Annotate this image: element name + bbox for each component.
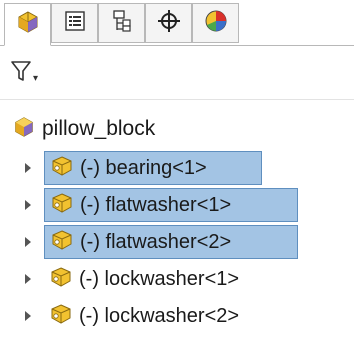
tab-dimxpert-manager[interactable] xyxy=(145,3,192,43)
tab-feature-manager[interactable] xyxy=(4,3,51,46)
part-icon xyxy=(51,229,73,256)
expand-arrow-icon[interactable] xyxy=(22,160,34,176)
tree-root-label: pillow_block xyxy=(42,117,156,140)
filter-bar: ▾ xyxy=(0,47,354,102)
expand-arrow-icon[interactable] xyxy=(22,197,34,213)
tab-bar-divider xyxy=(0,45,354,46)
tree-node: (-) lockwasher<2> xyxy=(0,298,354,334)
tab-display-manager[interactable] xyxy=(192,3,239,43)
tree-node: (-) bearing<1> xyxy=(0,150,354,186)
assembly-icon xyxy=(15,9,41,40)
crosshair-icon xyxy=(157,9,181,38)
tree-item-flatwasher-1[interactable]: (-) flatwasher<1> xyxy=(44,188,298,222)
tree-item-flatwasher-2[interactable]: (-) flatwasher<2> xyxy=(44,225,298,259)
filter-icon xyxy=(10,59,32,88)
tab-property-manager[interactable] xyxy=(51,3,98,43)
part-icon xyxy=(50,303,72,330)
tree-item-label: (-) bearing<1> xyxy=(80,156,207,179)
manager-tab-bar xyxy=(0,0,354,46)
expand-arrow-icon[interactable] xyxy=(22,234,34,250)
chevron-down-icon: ▾ xyxy=(33,72,39,84)
part-icon xyxy=(50,266,72,293)
tree-node: (-) flatwasher<2> xyxy=(0,224,354,260)
tree-item-label: (-) lockwasher<1> xyxy=(79,267,240,290)
filter-button[interactable]: ▾ xyxy=(10,55,50,91)
configuration-icon xyxy=(111,9,133,38)
tree-item-label: (-) flatwasher<1> xyxy=(80,193,232,216)
tree-node: (-) flatwasher<1> xyxy=(0,187,354,223)
assembly-icon xyxy=(12,115,36,144)
part-icon xyxy=(51,155,73,182)
tree-item-bearing-1[interactable]: (-) bearing<1> xyxy=(44,151,262,185)
tree-root[interactable]: pillow_block xyxy=(12,114,155,144)
tree-item-label: (-) lockwasher<2> xyxy=(79,304,240,327)
expand-arrow-icon[interactable] xyxy=(22,271,34,287)
tree-item-label: (-) flatwasher<2> xyxy=(80,230,232,253)
tab-configuration-manager[interactable] xyxy=(98,3,145,43)
property-list-icon xyxy=(64,10,86,37)
part-icon xyxy=(51,192,73,219)
display-pie-icon xyxy=(204,9,228,38)
tree-node: (-) lockwasher<1> xyxy=(0,261,354,297)
filter-divider xyxy=(0,99,354,100)
tree-item-lockwasher-2[interactable]: (-) lockwasher<2> xyxy=(44,299,246,333)
expand-arrow-icon[interactable] xyxy=(22,308,34,324)
tree-item-lockwasher-1[interactable]: (-) lockwasher<1> xyxy=(44,262,246,296)
